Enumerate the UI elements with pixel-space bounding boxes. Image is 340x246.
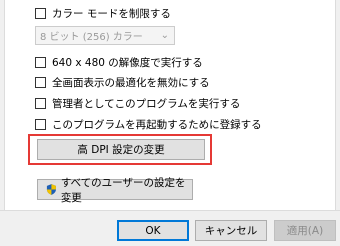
change-settings-all-users-label: すべてのユーザーの設定を変更 [60, 176, 186, 204]
cancel-label: キャンセル [204, 225, 258, 237]
ok-label: OK [145, 224, 161, 237]
reduced-color-label: カラー モードを制限する [52, 7, 171, 20]
run-as-admin-checkbox[interactable] [35, 97, 46, 109]
run-640x480-label: 640 x 480 の解像度で実行する [52, 56, 203, 69]
reduced-color-option[interactable]: カラー モードを制限する [35, 5, 171, 21]
color-mode-select[interactable]: 8 ビット (256) カラー ⌄ [35, 26, 175, 45]
disable-fullscreen-option[interactable]: 全画面表示の最適化を無効にする [35, 74, 210, 90]
change-high-dpi-settings-button[interactable]: 高 DPI 設定の変更 [37, 139, 205, 160]
cancel-button[interactable]: キャンセル [195, 220, 267, 241]
panel-left-edge [0, 0, 5, 245]
register-restart-option[interactable]: このプログラムを再起動するために登録する [35, 116, 262, 132]
run-640x480-option[interactable]: 640 x 480 の解像度で実行する [35, 54, 203, 70]
ok-button[interactable]: OK [117, 220, 189, 241]
shield-icon [46, 184, 56, 195]
run-as-admin-option[interactable]: 管理者としてこのプログラムを実行する [35, 95, 240, 111]
run-640x480-checkbox[interactable] [35, 56, 46, 68]
change-high-dpi-settings-label: 高 DPI 設定の変更 [77, 144, 165, 156]
reduced-color-checkbox[interactable] [35, 7, 46, 19]
apply-label: 適用(A) [286, 225, 324, 237]
color-mode-value: 8 ビット (256) カラー [40, 32, 143, 43]
panel-right-edge [335, 0, 340, 245]
register-restart-checkbox[interactable] [35, 118, 46, 130]
run-as-admin-label: 管理者としてこのプログラムを実行する [52, 97, 241, 110]
disable-fullscreen-label: 全画面表示の最適化を無効にする [52, 76, 210, 89]
register-restart-label: このプログラムを再起動するために登録する [52, 118, 262, 131]
disable-fullscreen-checkbox[interactable] [35, 76, 46, 88]
apply-button[interactable]: 適用(A) [274, 220, 336, 241]
change-settings-all-users-button[interactable]: すべてのユーザーの設定を変更 [37, 177, 193, 204]
chevron-down-icon: ⌄ [160, 30, 169, 41]
